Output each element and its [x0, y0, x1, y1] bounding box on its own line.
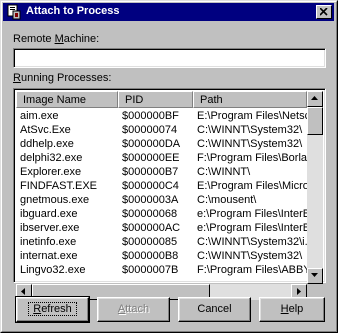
process-row[interactable]: ibserver.exe $000000AC e:\Program Files\In…: [16, 221, 307, 235]
path-cell: F:\Program Files\Borlan: [197, 152, 307, 164]
image-name-cell: aim.exe: [20, 110, 59, 122]
pid-cell: $000000B7: [122, 166, 179, 178]
image-name-cell: AtSvc.Exe: [20, 124, 71, 136]
arrow-right-icon: [297, 288, 301, 295]
scroll-up-button[interactable]: [307, 91, 323, 107]
attach-button[interactable]: Attach: [97, 297, 170, 322]
attach-button-label: Attach: [117, 303, 150, 315]
image-name-cell: gnetmous.exe: [20, 194, 90, 206]
path-cell: C:\WINNT\System32\: [197, 138, 303, 150]
cancel-button-label: Cancel: [197, 303, 232, 315]
pid-cell: $000000BF: [122, 110, 179, 122]
process-row[interactable]: ibguard.exe $00000068 e:\Program Files\Int…: [16, 207, 307, 221]
attach-to-process-dialog: Attach to Process Remote Machine: Runnin…: [0, 0, 338, 333]
image-name-cell: FINDFAST.EXE: [20, 180, 98, 192]
scroll-thumb[interactable]: [307, 107, 323, 135]
running-processes-label-text: Running Processes:: [13, 72, 112, 84]
help-button-label: Help: [280, 303, 304, 315]
column-path[interactable]: Path: [193, 91, 307, 108]
image-name-cell: ibserver.exe: [20, 222, 80, 234]
image-name-cell: inetinfo.exe: [20, 236, 77, 248]
close-icon: [320, 8, 328, 16]
path-cell: e:\Program Files\InterB...: [197, 222, 307, 234]
attach-process-icon: [6, 4, 22, 20]
arrow-down-icon: [311, 273, 318, 277]
pid-cell: $000000C4: [122, 180, 179, 192]
process-row[interactable]: Lingvo32.exe $0000007B F:\Program Files\AB…: [16, 263, 307, 277]
pid-cell: $0000007B: [122, 264, 179, 276]
pid-cell: $000000AC: [122, 222, 181, 234]
image-name-cell: Lingvo32.exe: [20, 264, 86, 276]
image-name-cell: ddhelp.exe: [20, 138, 74, 150]
path-cell: C:\WINNT\: [197, 166, 251, 178]
pid-cell: $0000003A: [122, 194, 179, 206]
help-button[interactable]: Help: [259, 297, 325, 322]
process-row[interactable]: gnetmous.exe $0000003A C:\mousent\: [16, 193, 307, 207]
path-cell: C:\WINNT\System32\: [197, 250, 303, 262]
image-name-cell: Explorer.exe: [20, 166, 82, 178]
remote-machine-label-text: Remote Machine:: [13, 33, 100, 45]
process-row[interactable]: inetinfo.exe $00000085 C:\WINNT\System32\i…: [16, 235, 307, 249]
window-title: Attach to Process: [26, 5, 120, 17]
image-name-cell: ibguard.exe: [20, 208, 78, 220]
path-cell: E:\Program Files\Netsc...: [197, 110, 307, 122]
refresh-button-label: Refresh: [28, 302, 77, 316]
title-bar[interactable]: Attach to Process: [3, 3, 334, 21]
scroll-down-button[interactable]: [307, 268, 323, 284]
path-cell: e:\Program Files\InterB...: [197, 208, 307, 220]
image-name-cell: internat.exe: [20, 250, 78, 262]
pid-cell: $00000074: [122, 124, 178, 136]
vertical-scrollbar[interactable]: [307, 91, 323, 284]
process-row[interactable]: aim.exe $000000BF E:\Program Files\Netsc..…: [16, 109, 307, 123]
path-cell: C:\WINNT\System32\i...: [197, 236, 307, 248]
arrow-up-icon: [311, 96, 318, 100]
process-row[interactable]: Explorer.exe $000000B7 C:\WINNT\: [16, 165, 307, 179]
column-pid[interactable]: PID: [118, 91, 193, 108]
process-row[interactable]: ddhelp.exe $000000DA C:\WINNT\System32\: [16, 137, 307, 151]
pid-cell: $00000068: [122, 208, 178, 220]
column-image-name[interactable]: Image Name: [16, 91, 118, 108]
pid-cell: $000000EE: [122, 152, 180, 164]
remote-machine-label: Remote Machine:: [13, 33, 99, 45]
remote-machine-input[interactable]: [17, 51, 322, 65]
path-cell: F:\Program Files\ABBY...: [197, 264, 307, 276]
close-button[interactable]: [316, 5, 332, 19]
path-cell: C:\WINNT\System32\: [197, 124, 303, 136]
process-rows: aim.exe $000000BF E:\Program Files\Netsc..…: [16, 108, 307, 284]
cancel-button[interactable]: Cancel: [178, 297, 251, 322]
process-list[interactable]: Image Name PID Path aim.exe $000000BF E:\P…: [13, 88, 326, 300]
pid-cell: $000000DA: [122, 138, 181, 150]
process-row[interactable]: FINDFAST.EXE $000000C4 E:\Program Files\Mi…: [16, 179, 307, 193]
running-processes-label: Running Processes:: [13, 72, 111, 84]
pid-cell: $00000085: [122, 236, 178, 248]
refresh-button[interactable]: Refresh: [15, 296, 90, 323]
path-cell: C:\mousent\: [197, 194, 257, 206]
process-row[interactable]: AtSvc.Exe $00000074 C:\WINNT\System32\: [16, 123, 307, 137]
arrow-left-icon: [21, 288, 25, 295]
remote-machine-field[interactable]: [13, 48, 326, 68]
image-name-cell: delphi32.exe: [20, 152, 83, 164]
process-row[interactable]: delphi32.exe $000000EE F:\Program Files\Bo…: [16, 151, 307, 165]
path-cell: E:\Program Files\Micros: [197, 180, 307, 192]
pid-cell: $000000B8: [122, 250, 179, 262]
process-row[interactable]: internat.exe $000000B8 C:\WINNT\System32\: [16, 249, 307, 263]
